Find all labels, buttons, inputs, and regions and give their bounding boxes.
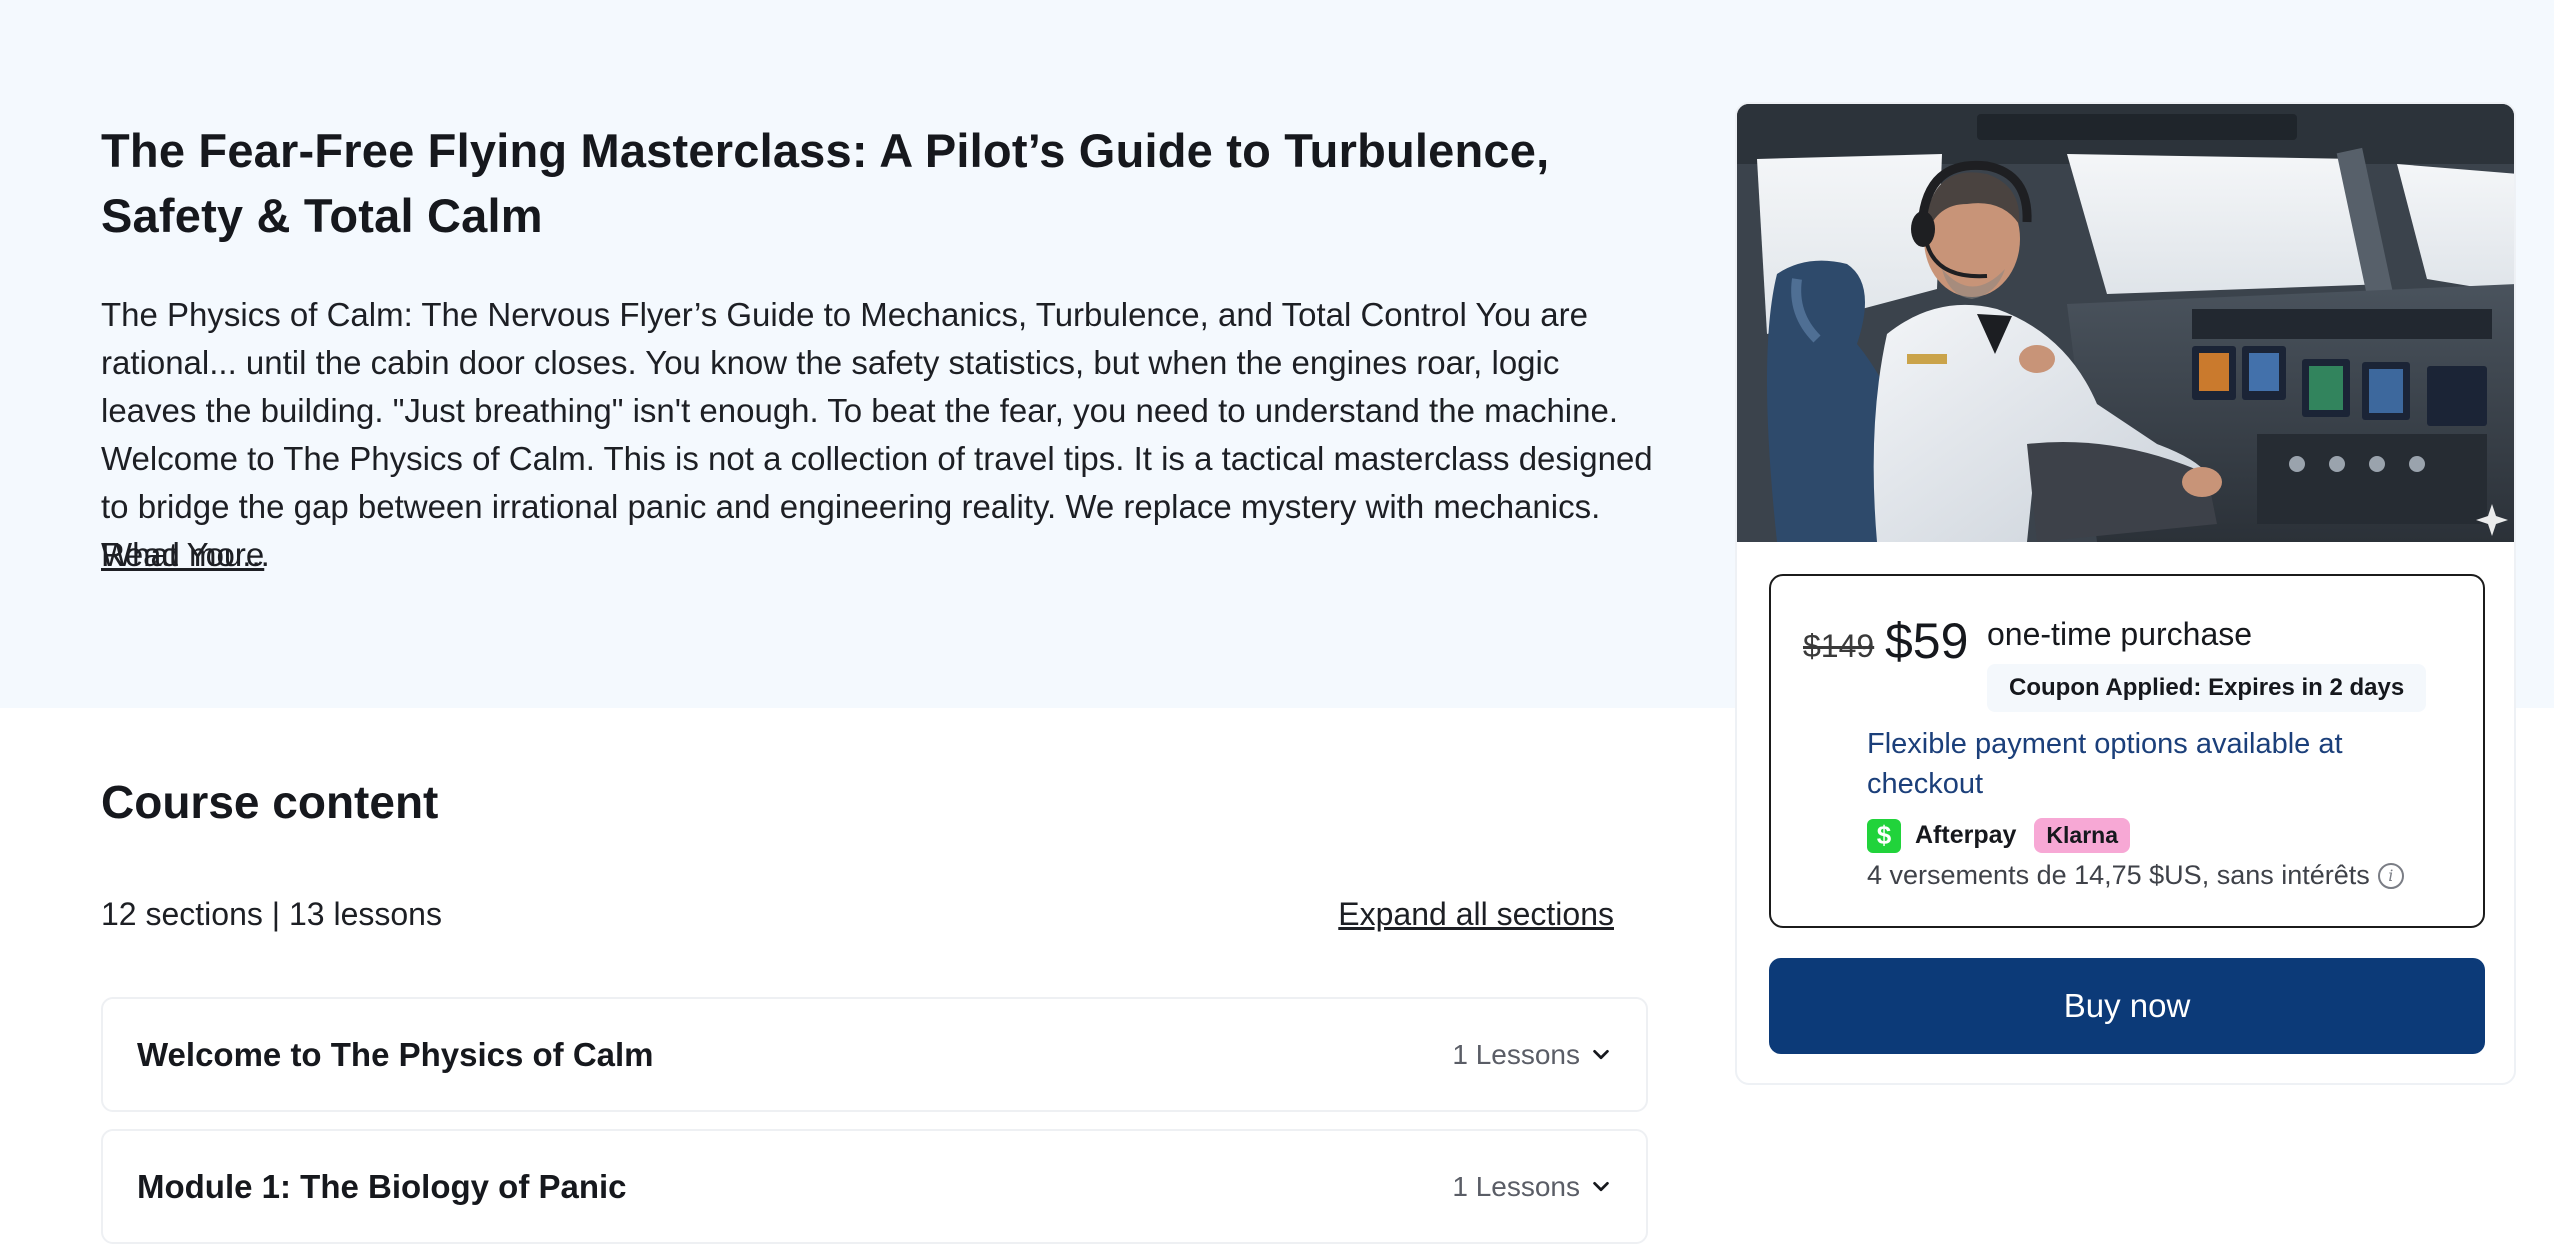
sale-price: $59 [1885, 613, 1969, 669]
course-title: The Fear-Free Flying Masterclass: A Pilo… [101, 124, 1550, 242]
purchase-card: $149 $59 one-time purchase Coupon Applie… [1735, 102, 2516, 1085]
section-title: Module 1: The Biology of Panic [137, 1167, 627, 1205]
payment-providers: $ Afterpay Klarna [1867, 818, 2131, 853]
purchase-type-label: one-time purchase [1987, 616, 2253, 652]
expand-all-sections-link[interactable]: Expand all sections [1338, 891, 1614, 937]
info-icon[interactable]: i [2377, 862, 2404, 889]
course-content-meta: 12 sections | 13 lessons [101, 896, 442, 932]
course-content-heading: Course content [101, 776, 439, 828]
lesson-count-label: 1 Lessons [1452, 1038, 1580, 1070]
section-row[interactable]: Welcome to The Physics of Calm 1 Lessons [101, 997, 1648, 1112]
pilot-cockpit-image [1737, 104, 2514, 542]
klarna-badge: Klarna [2034, 818, 2131, 853]
section-lesson-count: 1 Lessons [1452, 1039, 1612, 1071]
flexible-payment-text: Flexible payment options available at ch… [1867, 728, 2343, 800]
original-price: $149 [1803, 628, 1875, 664]
chevron-down-icon [1593, 1181, 1609, 1191]
course-description: The Physics of Calm: The Nervous Flyer’s… [101, 296, 1653, 573]
installments-info: 4 versements de 14,75 $US, sans intérêts… [1867, 860, 2404, 891]
afterpay-icon: $ [1867, 818, 1901, 853]
price-box: $149 $59 one-time purchase Coupon Applie… [1769, 574, 2485, 928]
course-thumbnail [1737, 104, 2514, 542]
buy-now-button[interactable]: Buy now [1769, 958, 2485, 1054]
section-lesson-count: 1 Lessons [1452, 1171, 1612, 1203]
chevron-down-icon [1593, 1049, 1609, 1059]
section-row[interactable]: Module 1: The Biology of Panic 1 Lessons [101, 1129, 1648, 1244]
section-title: Welcome to The Physics of Calm [137, 1035, 654, 1073]
coupon-badge: Coupon Applied: Expires in 2 days [1987, 664, 2427, 712]
lesson-count-label: 1 Lessons [1452, 1170, 1580, 1202]
read-more-link[interactable]: Read more [101, 531, 264, 579]
afterpay-label: Afterpay [1915, 821, 2017, 849]
installments-text: 4 versements de 14,75 $US, sans intérêts [1867, 860, 2370, 890]
